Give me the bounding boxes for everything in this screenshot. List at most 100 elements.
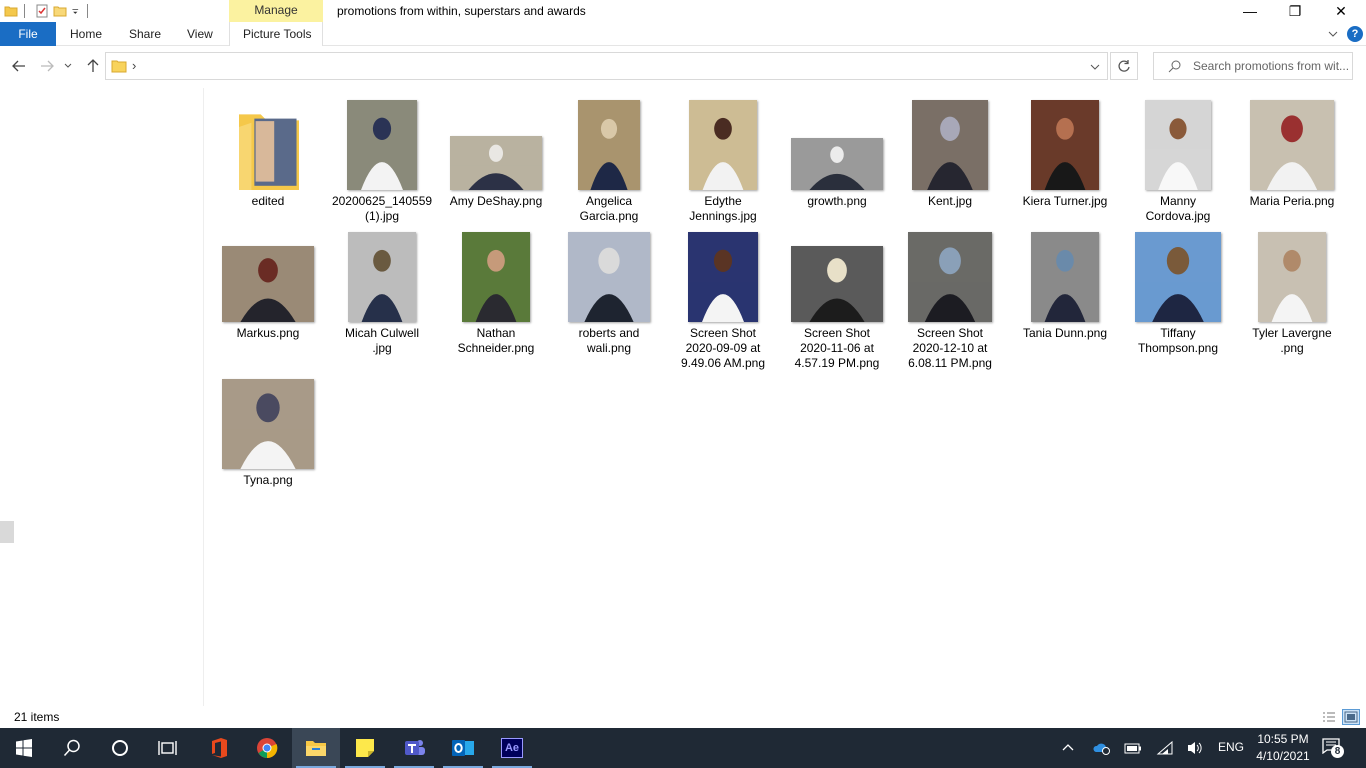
taskbar-chrome[interactable] <box>243 728 291 768</box>
close-button[interactable]: ✕ <box>1318 0 1364 22</box>
manage-tab[interactable]: Manage <box>229 0 323 22</box>
cortana-button[interactable] <box>96 728 144 768</box>
recent-locations-button[interactable] <box>62 56 74 76</box>
maximize-button[interactable]: ❐ <box>1272 0 1318 22</box>
taskbar-office[interactable] <box>195 728 243 768</box>
address-bar[interactable]: › <box>105 52 1108 80</box>
search-placeholder: Search promotions from wit... <box>1193 59 1350 73</box>
file-name-label: Angelica Garcia.png <box>579 194 639 223</box>
file-name-label: Screen Shot 2020-09-09 at 9.49.06 AM.png <box>680 326 766 370</box>
action-center-button[interactable]: 8 <box>1322 738 1346 760</box>
start-button[interactable] <box>0 728 48 768</box>
image-thumbnail <box>791 246 883 322</box>
taskbar-search-button[interactable] <box>48 728 96 768</box>
ribbon-tabs: File Home Share View Picture Tools ? <box>0 22 1366 46</box>
properties-icon[interactable] <box>35 4 49 18</box>
navigation-pane-scrollbar[interactable] <box>0 521 14 543</box>
thumbnail-container <box>1237 98 1347 190</box>
thumbnail-container <box>1123 230 1233 322</box>
thumbnail-container <box>1123 98 1233 190</box>
image-thumbnail <box>1031 232 1099 322</box>
thumbnail-container <box>554 98 664 190</box>
clock-date[interactable]: 4/10/2021 <box>1253 749 1313 763</box>
sticky-notes-icon <box>356 739 374 757</box>
file-name-label: Tania Dunn.png <box>1022 326 1108 340</box>
quick-access-toolbar <box>0 0 94 22</box>
file-name-label: Kent.jpg <box>927 194 973 208</box>
battery-icon[interactable] <box>1124 740 1142 756</box>
folder-icon <box>111 60 127 73</box>
address-row: › Search promotions from wit... <box>0 46 1366 88</box>
folder-icon[interactable] <box>4 4 18 18</box>
tab-picture-tools[interactable]: Picture Tools <box>243 22 311 46</box>
show-hidden-icons-icon[interactable] <box>1062 742 1074 752</box>
file-name-label: Tiffany Thompson.png <box>1137 326 1219 355</box>
teams-icon <box>405 740 425 755</box>
image-thumbnail <box>347 100 417 190</box>
thumbnail-container <box>441 98 551 190</box>
tab-file[interactable]: File <box>0 22 56 46</box>
large-icons-view-icon <box>1344 711 1358 723</box>
minimize-button[interactable]: — <box>1227 0 1273 22</box>
onedrive-icon[interactable] <box>1092 740 1112 756</box>
toolbar-separator <box>24 4 25 18</box>
thumbnail-container <box>213 98 323 190</box>
image-thumbnail <box>1135 232 1221 322</box>
cortana-circle-icon <box>112 740 128 756</box>
forward-button[interactable] <box>37 56 57 76</box>
file-name-label: Amy DeShay.png <box>449 194 543 208</box>
search-icon <box>63 739 80 757</box>
file-name-label: edited <box>251 194 285 208</box>
image-thumbnail <box>568 232 650 322</box>
search-icon <box>1168 60 1181 73</box>
refresh-button[interactable] <box>1110 52 1138 80</box>
after-effects-icon: Ae <box>501 738 523 758</box>
tab-view[interactable]: View <box>187 22 213 46</box>
file-name-label: Screen Shot 2020-11-06 at 4.57.19 PM.png <box>794 326 880 370</box>
taskbar-sticky-notes[interactable] <box>341 728 389 768</box>
file-name-label: roberts and wali.png <box>578 326 640 355</box>
chevron-down-icon <box>64 63 72 68</box>
image-thumbnail <box>450 136 542 190</box>
file-name-label: Manny Cordova.jpg <box>1145 194 1211 223</box>
thumbnail-container <box>1237 230 1347 322</box>
close-icon: ✕ <box>1335 2 1347 19</box>
taskbar-file-explorer[interactable] <box>292 728 340 768</box>
thumbnail-container <box>213 377 323 469</box>
help-icon[interactable]: ? <box>1347 26 1363 42</box>
customize-toolbar-icon[interactable] <box>71 4 81 18</box>
taskbar: Ae ENG 10:55 PM 4/10/2021 8 <box>0 728 1366 768</box>
large-icons-view-button[interactable] <box>1342 709 1360 725</box>
tab-home[interactable]: Home <box>70 22 102 46</box>
file-name-label: Kiera Turner.jpg <box>1022 194 1108 208</box>
notification-count-badge: 8 <box>1331 745 1344 758</box>
file-name-label: Tyna.png <box>243 473 293 487</box>
breadcrumb-chevron[interactable]: › <box>132 58 136 73</box>
task-view-icon <box>158 741 177 755</box>
taskbar-teams[interactable] <box>390 728 438 768</box>
window-title: promotions from within, superstars and a… <box>337 4 586 18</box>
new-folder-icon[interactable] <box>53 4 67 18</box>
expand-ribbon-icon[interactable] <box>1327 29 1339 39</box>
taskbar-outlook[interactable] <box>439 728 487 768</box>
thumbnail-container <box>782 230 892 322</box>
image-thumbnail <box>348 232 416 322</box>
back-button[interactable] <box>9 56 29 76</box>
navigation-pane[interactable] <box>0 88 204 706</box>
details-view-button[interactable] <box>1320 709 1338 725</box>
task-view-button[interactable] <box>144 728 192 768</box>
search-input[interactable]: Search promotions from wit... <box>1153 52 1353 80</box>
clock-time[interactable]: 10:55 PM <box>1253 732 1313 746</box>
tab-share[interactable]: Share <box>129 22 161 46</box>
image-thumbnail <box>912 100 988 190</box>
image-thumbnail <box>791 138 883 190</box>
address-dropdown-icon[interactable] <box>1090 64 1100 70</box>
thumbnail-container <box>1010 230 1120 322</box>
back-arrow-icon <box>12 60 25 72</box>
volume-icon[interactable] <box>1186 740 1204 756</box>
taskbar-after-effects[interactable]: Ae <box>488 728 536 768</box>
language-indicator[interactable]: ENG <box>1218 740 1244 754</box>
folder-icon <box>239 114 299 190</box>
up-button[interactable] <box>83 56 103 76</box>
wifi-icon[interactable] <box>1156 740 1174 756</box>
